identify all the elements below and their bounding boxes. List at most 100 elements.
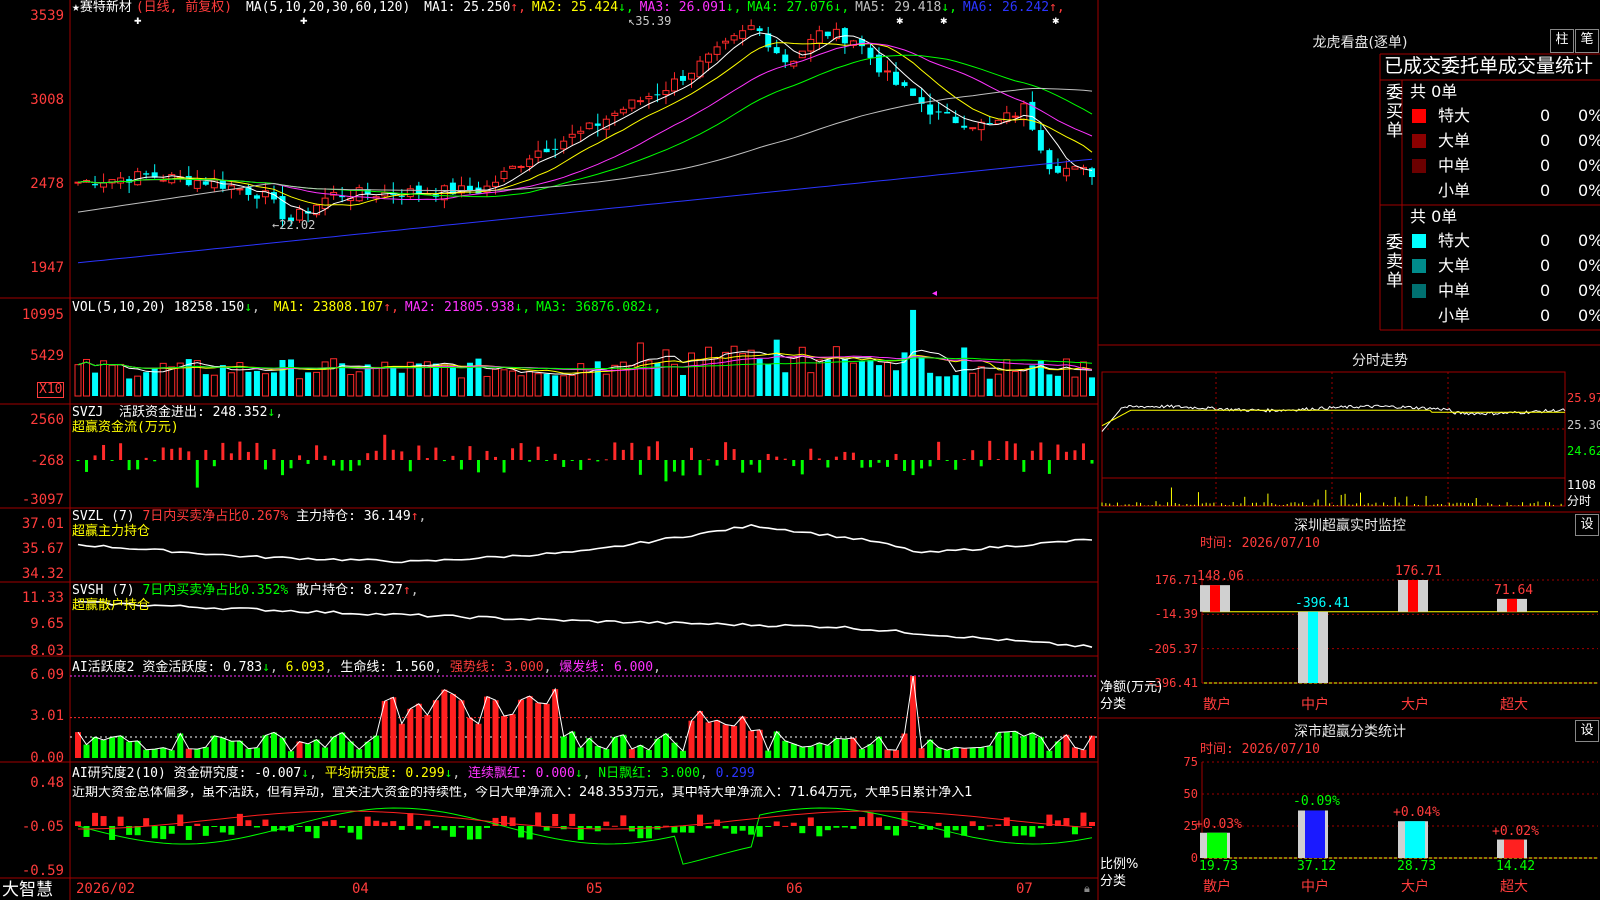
svzj-ytick-0: 2560 xyxy=(30,412,64,428)
intraday-price-line xyxy=(1101,404,1566,432)
activity-bar-86 xyxy=(807,746,814,758)
vol-bar-47 xyxy=(475,358,482,396)
svzj-bar-112 xyxy=(1030,450,1034,460)
svzj-ytick-1: -268 xyxy=(30,453,64,469)
monitor-settings-button[interactable]: 设 xyxy=(1575,514,1599,536)
vol-bar-75 xyxy=(713,358,721,397)
bar-mode-button[interactable]: 柱 xyxy=(1550,29,1574,53)
research-bar-11 xyxy=(168,826,175,834)
classify-cat-0: 散户 xyxy=(1203,879,1231,895)
ma-value-4: MA4: 27.076↓, xyxy=(747,0,850,15)
vol-bar-87 xyxy=(815,359,823,397)
research-bar-45 xyxy=(458,826,465,828)
vol-ma-value-1: MA1: 23808.107↑, xyxy=(273,300,399,315)
svzj-bar-69 xyxy=(664,460,668,482)
research-bar-41 xyxy=(424,820,431,826)
svzj-bar-24 xyxy=(281,460,285,476)
sell-row-pct-2: 0% xyxy=(1578,256,1600,275)
brand-logo[interactable]: 大智慧 xyxy=(2,880,53,900)
svzj-bar-12 xyxy=(178,447,182,460)
activity-bar-79 xyxy=(748,730,755,758)
vol-bar-83 xyxy=(782,372,789,396)
research-bar-0 xyxy=(75,821,81,826)
sell-row-pct-3: 0% xyxy=(1578,281,1600,300)
activity-bar-75 xyxy=(714,720,721,758)
svsh-subtitle: 超赢散户持仓 xyxy=(72,598,151,613)
activity-bar-107 xyxy=(986,745,993,758)
kline-body-97 xyxy=(901,82,908,86)
activity-bar-13 xyxy=(185,748,192,758)
svzj-bar-0 xyxy=(76,460,80,462)
activity-bar-39 xyxy=(407,708,414,758)
svzj-bar-16 xyxy=(212,460,216,467)
vol-bar-32 xyxy=(347,374,355,397)
activity-bar-102 xyxy=(944,750,951,758)
research-bar-29 xyxy=(322,821,329,826)
kline-body-80 xyxy=(756,28,763,32)
kline-body-55 xyxy=(543,148,550,153)
research-bar-87 xyxy=(816,826,823,837)
research-bar-77 xyxy=(731,826,738,834)
monitor-xlabel: 分类 xyxy=(1100,697,1127,712)
buy-row-pct-2: 0% xyxy=(1578,131,1600,150)
svsh-line xyxy=(77,600,1093,648)
activity-bar-18 xyxy=(228,741,235,758)
svzj-bar-20 xyxy=(246,451,250,460)
classify-ytick-0: 75 xyxy=(1183,755,1198,769)
intraday-ytick-1: 25.30 xyxy=(1567,418,1600,432)
vol-bar-5 xyxy=(117,363,125,397)
research-bar-117 xyxy=(1071,826,1078,835)
svzj-bar-39 xyxy=(408,460,412,472)
high-price-label: ↖35.39 xyxy=(628,14,672,28)
vol-bar-3 xyxy=(100,360,108,397)
svzj-bar-30 xyxy=(332,460,336,466)
intraday-frame xyxy=(1101,371,1566,507)
classify-settings-button[interactable]: 设 xyxy=(1575,720,1599,742)
vol-bar-81 xyxy=(765,364,772,396)
vol-bar-103 xyxy=(952,375,959,396)
svzj-bar-35 xyxy=(374,450,378,460)
activity-bar-99 xyxy=(918,748,925,758)
monitor-bar-label-0: 148.06 xyxy=(1197,569,1244,585)
ai2-ytick-0: 0.48 xyxy=(30,775,64,791)
xaxis-label-4: 07 xyxy=(1016,881,1033,897)
activity-bar-61 xyxy=(594,746,601,758)
activity-bar-104 xyxy=(961,748,968,758)
classify-xlabel: 分类 xyxy=(1100,874,1127,889)
lhb-title: 龙虎看盘(逐单) xyxy=(1312,35,1408,51)
main-chart-header: ★赛特新材 (日线, 前复权) MA(5,10,20,30,60,120) MA1… xyxy=(72,1,1065,15)
kline-body-68 xyxy=(654,94,661,96)
svzj-bar-108 xyxy=(996,459,1000,461)
kline-body-49 xyxy=(492,181,500,187)
vol-bar-16 xyxy=(210,374,218,397)
svzj-bar-61 xyxy=(596,460,600,462)
svzj-bar-68 xyxy=(655,441,659,460)
activity-bar-5 xyxy=(117,735,124,758)
activity-bar-96 xyxy=(893,750,900,758)
classify-bar-core-3 xyxy=(1504,839,1524,858)
kline-body-70 xyxy=(670,78,678,92)
marker-0: ✚ xyxy=(134,17,142,27)
svzj-bar-36 xyxy=(383,434,387,460)
marker-4: ✱ xyxy=(1052,17,1060,27)
tick-mode-button[interactable]: 笔 xyxy=(1575,29,1599,53)
research-bar-113 xyxy=(1037,826,1044,829)
kline-body-13 xyxy=(185,175,192,186)
vol-bar-56 xyxy=(552,375,559,396)
activity-bar-20 xyxy=(245,748,252,758)
classify-bar-value-3: 14.42 xyxy=(1496,859,1536,874)
svzj-bar-26 xyxy=(298,455,302,460)
research-bar-72 xyxy=(688,826,695,833)
classify-cat-1: 中户 xyxy=(1301,879,1329,895)
activity-bar-74 xyxy=(705,722,712,758)
activity-bar-54 xyxy=(535,702,542,758)
lock-icon[interactable]: 🔒︎ xyxy=(1084,882,1090,896)
kline-body-78 xyxy=(739,30,747,39)
vol-bar-2 xyxy=(92,372,99,396)
chart-canvas[interactable]: ✚ ✚ ✱ ✱ ✱ ◂ xyxy=(0,0,1600,900)
activity-bar-57 xyxy=(560,736,567,758)
svzj-bar-40 xyxy=(417,445,421,460)
kline-body-3 xyxy=(100,182,108,188)
activity-bar-114 xyxy=(1046,750,1053,758)
research-bar-60 xyxy=(586,826,593,829)
